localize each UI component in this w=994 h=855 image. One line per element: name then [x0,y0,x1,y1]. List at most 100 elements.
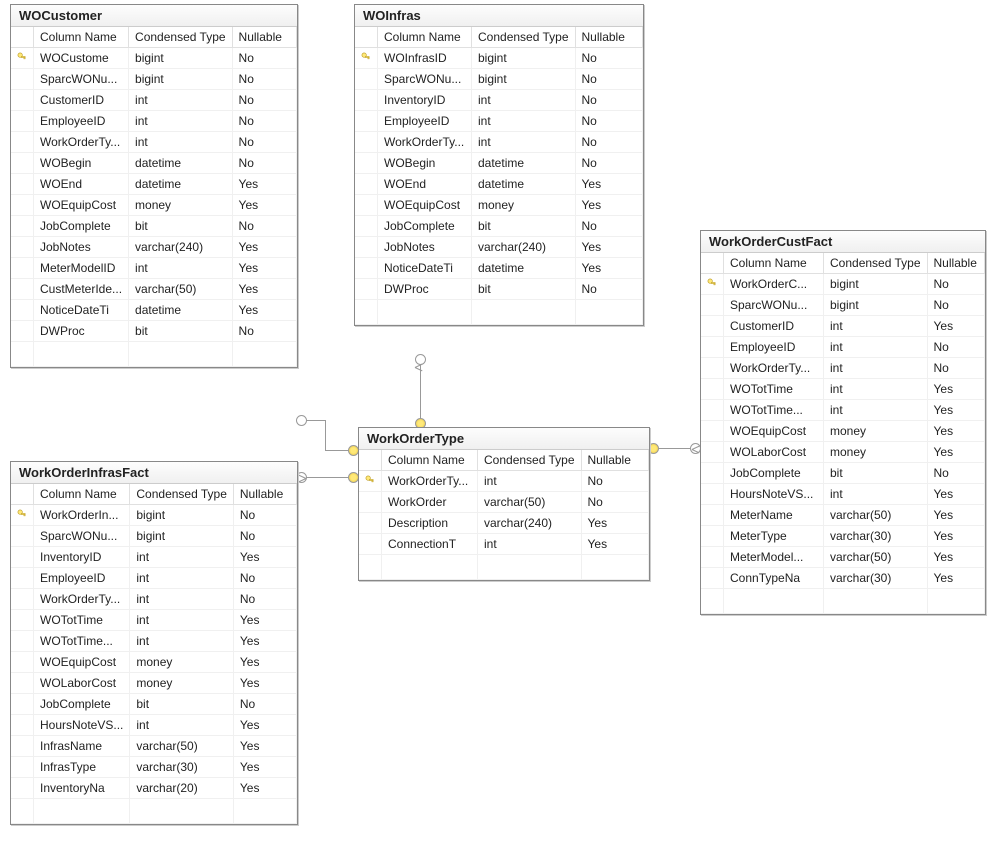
column-row[interactable]: WOLaborCostmoneyYes [701,442,985,463]
column-row[interactable]: WorkOrderTy...intNo [11,589,297,610]
column-row[interactable]: JobNotesvarchar(240)Yes [355,237,643,258]
column-row[interactable]: EmployeeIDintNo [701,337,985,358]
pk-cell [11,715,34,736]
column-row[interactable]: ConnectionTintYes [359,534,649,555]
pk-cell [359,492,382,513]
column-row[interactable]: WOCustomebigintNo [11,48,297,69]
column-row[interactable]: InfrasNamevarchar(50)Yes [11,736,297,757]
pk-cell [359,513,382,534]
column-row[interactable]: InventoryIDintYes [11,547,297,568]
col-name: JobComplete [34,216,129,237]
col-null: No [575,279,642,300]
column-row[interactable]: HoursNoteVS...intYes [701,484,985,505]
column-row[interactable]: WOEnddatetimeYes [11,174,297,195]
col-type: int [129,258,233,279]
column-row[interactable]: WOTotTimeintYes [701,379,985,400]
pk-cell [11,736,34,757]
column-row[interactable]: WOBegindatetimeNo [11,153,297,174]
column-row[interactable]: CustomerIDintNo [11,90,297,111]
column-row[interactable]: HoursNoteVS...intYes [11,715,297,736]
entity-title: WorkOrderType [359,428,649,450]
header-nullable: Nullable [927,253,984,274]
col-null: Yes [927,316,984,337]
column-row[interactable]: MeterModelIDintYes [11,258,297,279]
col-null: No [232,321,296,342]
column-row[interactable]: JobNotesvarchar(240)Yes [11,237,297,258]
entity-title: WOInfras [355,5,643,27]
pk-cell [355,153,378,174]
column-row[interactable]: WOEquipCostmoneyYes [11,652,297,673]
column-row[interactable]: WorkOrderTy...intNo [355,132,643,153]
column-row[interactable]: InfrasTypevarchar(30)Yes [11,757,297,778]
pk-cell [355,48,378,69]
column-row[interactable]: MeterModel...varchar(50)Yes [701,547,985,568]
column-row[interactable]: WOEquipCostmoneyYes [701,421,985,442]
col-type: bigint [129,69,233,90]
column-row[interactable]: JobCompletebitNo [355,216,643,237]
entity-workOrderType[interactable]: WorkOrderTypeColumn NameCondensed TypeNu… [358,427,650,581]
entity-woCustomer[interactable]: WOCustomerColumn NameCondensed TypeNulla… [10,4,298,368]
column-row[interactable]: EmployeeIDintNo [11,111,297,132]
primary-key-icon [17,52,27,62]
column-row[interactable]: WOBegindatetimeNo [355,153,643,174]
column-row[interactable]: MeterNamevarchar(50)Yes [701,505,985,526]
col-name: WOEquipCost [34,195,129,216]
column-row[interactable]: WOLaborCostmoneyYes [11,673,297,694]
columns-grid: Column NameCondensed TypeNullableWOCusto… [11,27,297,367]
column-row[interactable]: SparcWONu...bigintNo [11,526,297,547]
blank-row [359,555,649,580]
col-type: int [472,111,576,132]
col-type: int [478,534,582,555]
col-type: int [130,568,234,589]
pk-cell [355,237,378,258]
col-name: JobNotes [34,237,129,258]
column-row[interactable]: Descriptionvarchar(240)Yes [359,513,649,534]
col-null: No [575,111,642,132]
column-row[interactable]: DWProcbitNo [11,321,297,342]
column-row[interactable]: JobCompletebitNo [11,694,297,715]
column-row[interactable]: WorkOrderIn...bigintNo [11,505,297,526]
column-row[interactable]: MeterTypevarchar(30)Yes [701,526,985,547]
column-row[interactable]: NoticeDateTidatetimeYes [355,258,643,279]
column-row[interactable]: JobCompletebitNo [701,463,985,484]
column-row[interactable]: SparcWONu...bigintNo [355,69,643,90]
column-row[interactable]: WOTotTime...intYes [701,400,985,421]
header-nullable: Nullable [233,484,296,505]
column-row[interactable]: WorkOrdervarchar(50)No [359,492,649,513]
column-row[interactable]: EmployeeIDintNo [355,111,643,132]
column-row[interactable]: ConnTypeNavarchar(30)Yes [701,568,985,589]
col-name: WOBegin [378,153,472,174]
column-row[interactable]: WOEquipCostmoneyYes [11,195,297,216]
col-type: bigint [130,505,234,526]
column-row[interactable]: WorkOrderTy...intNo [701,358,985,379]
column-row[interactable]: SparcWONu...bigintNo [701,295,985,316]
column-row[interactable]: DWProcbitNo [355,279,643,300]
column-row[interactable]: WorkOrderC...bigintNo [701,274,985,295]
column-row[interactable]: JobCompletebitNo [11,216,297,237]
column-row[interactable]: InventoryIDintNo [355,90,643,111]
entity-workOrderCustFact[interactable]: WorkOrderCustFactColumn NameCondensed Ty… [700,230,986,615]
column-row[interactable]: InventoryNavarchar(20)Yes [11,778,297,799]
header-key [11,484,34,505]
entity-workOrderInfrasFact[interactable]: WorkOrderInfrasFactColumn NameCondensed … [10,461,298,825]
column-row[interactable]: WorkOrderTy...intNo [11,132,297,153]
pk-cell [355,90,378,111]
column-row[interactable]: WorkOrderTy...intNo [359,471,649,492]
column-row[interactable]: WOEnddatetimeYes [355,174,643,195]
header-type: Condensed Type [478,450,582,471]
column-row[interactable]: WOTotTime...intYes [11,631,297,652]
column-row[interactable]: CustomerIDintYes [701,316,985,337]
column-row[interactable]: CustMeterIde...varchar(50)Yes [11,279,297,300]
column-row[interactable]: WOEquipCostmoneyYes [355,195,643,216]
col-name: Description [382,513,478,534]
column-row[interactable]: WOTotTimeintYes [11,610,297,631]
pk-cell [11,195,34,216]
column-row[interactable]: EmployeeIDintNo [11,568,297,589]
col-null: Yes [233,547,296,568]
pk-cell [355,195,378,216]
pk-cell [355,174,378,195]
entity-woInfras[interactable]: WOInfrasColumn NameCondensed TypeNullabl… [354,4,644,326]
column-row[interactable]: WOInfrasIDbigintNo [355,48,643,69]
column-row[interactable]: NoticeDateTidatetimeYes [11,300,297,321]
column-row[interactable]: SparcWONu...bigintNo [11,69,297,90]
